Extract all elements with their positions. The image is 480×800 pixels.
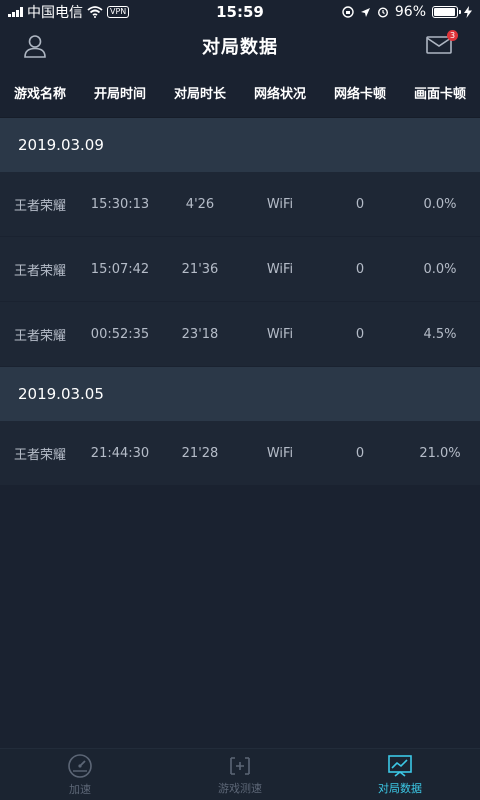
cell-game: 王者荣耀: [13, 198, 66, 214]
battery-icon: [432, 6, 461, 18]
cell-duration: 4'26: [185, 196, 215, 212]
table-row[interactable]: 王者荣耀 21:44:30 21'28 WiFi 0 21.0%: [0, 421, 480, 486]
column-header-start-time: 开局时间: [93, 87, 146, 102]
tab-speed-test[interactable]: 游戏测速: [160, 749, 320, 800]
cell-network-lag: 0: [355, 196, 365, 212]
tab-match-data[interactable]: 对局数据: [320, 749, 480, 800]
cell-network: WiFi: [266, 261, 294, 277]
cell-network-lag: 0: [355, 261, 365, 277]
speed-test-icon: [230, 756, 250, 775]
tab-label: 加速: [69, 782, 91, 796]
table-row[interactable]: 王者荣耀 15:07:42 21'36 WiFi 0 0.0%: [0, 237, 480, 302]
signal-icon: [8, 7, 23, 17]
column-header-network: 网络状况: [253, 87, 306, 102]
chart-icon: [388, 754, 412, 777]
cell-duration: 23'18: [181, 326, 219, 342]
bottom-tab-bar: 加速 游戏测速 对局数据: [0, 748, 480, 800]
mail-badge: 3: [447, 30, 458, 41]
cell-game: 王者荣耀: [13, 328, 66, 344]
cell-game: 王者荣耀: [13, 263, 66, 279]
location-icon: [360, 7, 370, 17]
cell-game: 王者荣耀: [13, 447, 66, 463]
cell-duration: 21'28: [181, 445, 219, 461]
date-label: 2019.03.09: [18, 136, 104, 154]
tab-label: 游戏测速: [218, 781, 262, 795]
mail-button[interactable]: 3: [426, 30, 458, 57]
charging-icon: [464, 6, 472, 18]
cell-start-time: 15:30:13: [90, 196, 150, 212]
cell-start-time: 15:07:42: [90, 261, 150, 277]
cell-frame-lag: 4.5%: [423, 326, 457, 342]
alarm-icon: [377, 7, 388, 18]
column-header-duration: 对局时长: [173, 87, 226, 102]
user-icon[interactable]: [22, 33, 48, 59]
speedometer-icon: [68, 753, 92, 778]
cell-start-time: 00:52:35: [90, 326, 150, 342]
orientation-lock-icon: [342, 6, 354, 18]
wifi-icon: [87, 6, 103, 18]
cell-network: WiFi: [266, 326, 294, 342]
cell-start-time: 21:44:30: [90, 445, 150, 461]
cell-network-lag: 0: [355, 445, 365, 461]
table-row[interactable]: 王者荣耀 15:30:13 4'26 WiFi 0 0.0%: [0, 172, 480, 237]
vpn-indicator: VPN: [107, 6, 130, 18]
tab-label: 对局数据: [378, 781, 422, 795]
carrier-label: 中国电信: [27, 5, 83, 21]
column-header-network-lag: 网络卡顿: [333, 87, 386, 102]
table-row[interactable]: 王者荣耀 00:52:35 23'18 WiFi 0 4.5%: [0, 302, 480, 367]
cell-network: WiFi: [266, 445, 294, 461]
cell-frame-lag: 21.0%: [419, 445, 461, 461]
tab-accelerate[interactable]: 加速: [0, 749, 160, 800]
cell-frame-lag: 0.0%: [423, 196, 457, 212]
date-header: 2019.03.09: [0, 118, 480, 172]
cell-network: WiFi: [266, 196, 294, 212]
app-header: 对局数据 3: [0, 24, 480, 68]
table-header: 游戏名称 开局时间 对局时长 网络状况 网络卡顿 画面卡顿: [0, 68, 480, 118]
cell-frame-lag: 0.0%: [423, 261, 457, 277]
column-header-frame-lag: 画面卡顿: [413, 87, 466, 102]
date-header: 2019.03.05: [0, 367, 480, 421]
date-label: 2019.03.05: [18, 385, 104, 403]
page-title: 对局数据: [202, 37, 278, 58]
match-list: 2019.03.09 王者荣耀 15:30:13 4'26 WiFi 0 0.0…: [0, 118, 480, 752]
cell-duration: 21'36: [181, 261, 219, 277]
status-bar: 中国电信 VPN 15:59 96%: [0, 0, 480, 24]
battery-percent: 96%: [394, 4, 426, 20]
column-header-game: 游戏名称: [13, 87, 66, 102]
cell-network-lag: 0: [355, 326, 365, 342]
